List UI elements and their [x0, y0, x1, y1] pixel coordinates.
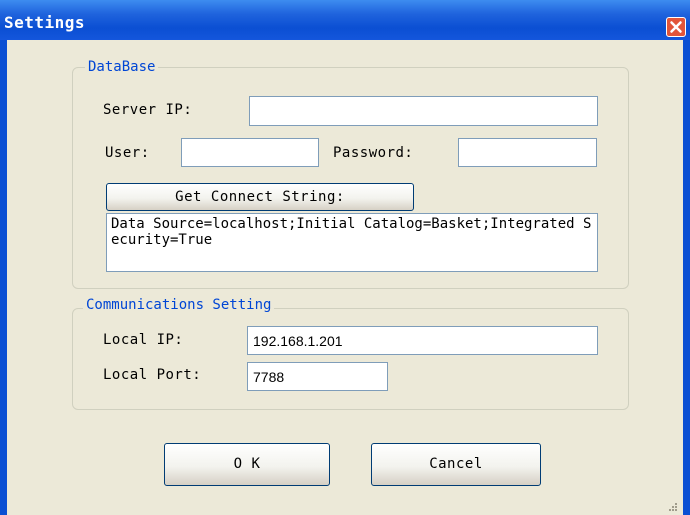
local-ip-label: Local IP:	[103, 332, 184, 348]
close-icon	[670, 21, 682, 33]
local-ip-input[interactable]	[247, 326, 598, 355]
server-ip-label: Server IP:	[103, 102, 193, 118]
resize-grip-icon[interactable]	[669, 503, 677, 511]
ok-button[interactable]: O K	[164, 443, 330, 486]
title-bar[interactable]: Settings	[0, 0, 690, 40]
dialog-client-area: DataBase Server IP: User: Password: Get …	[7, 40, 683, 515]
window-title: Settings	[4, 13, 86, 32]
database-group-title: DataBase	[85, 59, 159, 75]
password-input[interactable]	[458, 138, 597, 167]
window-frame-left	[0, 40, 7, 515]
close-button[interactable]	[666, 17, 686, 37]
user-label: User:	[105, 145, 150, 161]
get-connect-string-button[interactable]: Get Connect String:	[106, 183, 414, 211]
server-ip-input[interactable]	[249, 96, 598, 126]
window-frame-right	[683, 40, 690, 515]
password-label: Password:	[333, 145, 414, 161]
communications-group-title: Communications Setting	[83, 297, 275, 313]
connection-string-textbox[interactable]: Data Source=localhost;Initial Catalog=Ba…	[106, 213, 598, 272]
cancel-button[interactable]: Cancel	[371, 443, 541, 486]
communications-group	[72, 308, 629, 410]
user-input[interactable]	[181, 138, 319, 167]
local-port-label: Local Port:	[103, 367, 202, 383]
local-port-input[interactable]	[247, 362, 388, 391]
settings-dialog: Settings DataBase Server IP: User: Passw…	[0, 0, 690, 515]
